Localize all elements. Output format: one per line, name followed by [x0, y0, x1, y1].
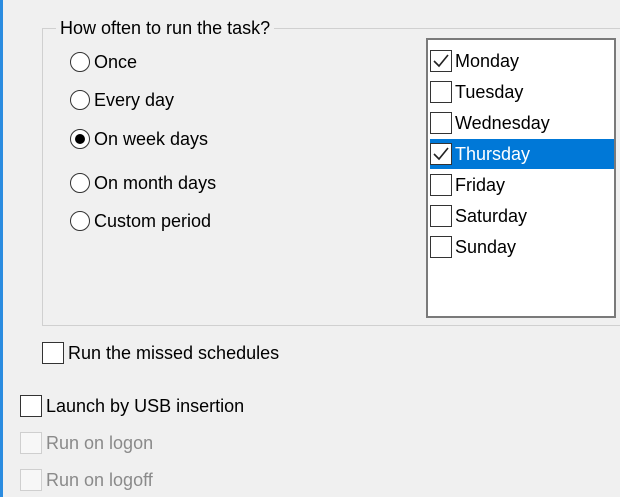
usb-launch-label: Launch by USB insertion [46, 395, 245, 416]
weekday-item-wednesday[interactable]: Wednesday [430, 108, 614, 138]
radio-on-month-days-circle[interactable] [70, 173, 90, 193]
radio-once-circle[interactable] [70, 52, 90, 72]
checkbox-friday[interactable] [430, 174, 452, 196]
run-on-logon-option: Run on logon [20, 430, 153, 456]
radio-custom-period-circle[interactable] [70, 211, 90, 231]
checkbox-saturday[interactable] [430, 205, 452, 227]
weekday-label-monday: Monday [455, 50, 520, 71]
run-missed-schedules-label: Run the missed schedules [68, 342, 280, 363]
run-missed-schedules-checkbox[interactable] [42, 342, 64, 364]
usb-launch-option[interactable]: Launch by USB insertion [20, 393, 244, 419]
radio-once-label: Once [94, 51, 138, 72]
radio-every-day-circle[interactable] [70, 90, 90, 110]
run-on-logoff-checkbox [20, 469, 42, 491]
checkbox-sunday[interactable] [430, 236, 452, 258]
run-on-logon-label: Run on logon [46, 432, 154, 453]
radio-custom-period[interactable]: Custom period [70, 208, 211, 234]
weekday-checklist[interactable]: Monday Tuesday Wednesday Thursday Friday… [426, 38, 616, 318]
checkmark-icon [433, 54, 449, 68]
weekday-item-thursday[interactable]: Thursday [430, 139, 614, 169]
usb-launch-checkbox[interactable] [20, 395, 42, 417]
weekday-label-wednesday: Wednesday [455, 112, 550, 133]
checkbox-tuesday[interactable] [430, 81, 452, 103]
checkbox-wednesday[interactable] [430, 112, 452, 134]
weekday-label-friday: Friday [455, 174, 506, 195]
radio-on-month-days-label: On month days [94, 172, 217, 193]
radio-on-week-days[interactable]: On week days [70, 126, 208, 152]
checkbox-thursday[interactable] [430, 143, 452, 165]
run-on-logoff-option: Run on logoff [20, 467, 153, 493]
radio-on-week-days-circle[interactable] [70, 129, 90, 149]
weekday-item-monday[interactable]: Monday [430, 46, 614, 76]
weekday-label-sunday: Sunday [455, 236, 517, 257]
frequency-group-title: How often to run the task? [56, 16, 275, 40]
radio-once[interactable]: Once [70, 49, 137, 75]
run-on-logon-checkbox [20, 432, 42, 454]
weekday-item-tuesday[interactable]: Tuesday [430, 77, 614, 107]
run-missed-schedules-option[interactable]: Run the missed schedules [42, 340, 279, 366]
weekday-item-friday[interactable]: Friday [430, 170, 614, 200]
weekday-item-saturday[interactable]: Saturday [430, 201, 614, 231]
checkmark-icon [433, 147, 449, 161]
radio-every-day-label: Every day [94, 89, 175, 110]
radio-custom-period-label: Custom period [94, 210, 212, 231]
run-on-logoff-label: Run on logoff [46, 469, 153, 490]
weekday-item-sunday[interactable]: Sunday [430, 232, 614, 262]
weekday-label-tuesday: Tuesday [455, 81, 524, 102]
radio-on-month-days[interactable]: On month days [70, 170, 216, 196]
checkbox-monday[interactable] [430, 50, 452, 72]
weekday-label-thursday: Thursday [455, 143, 531, 164]
radio-every-day[interactable]: Every day [70, 87, 174, 113]
radio-selected-dot [75, 134, 85, 144]
weekday-label-saturday: Saturday [455, 205, 528, 226]
radio-on-week-days-label: On week days [94, 128, 209, 149]
